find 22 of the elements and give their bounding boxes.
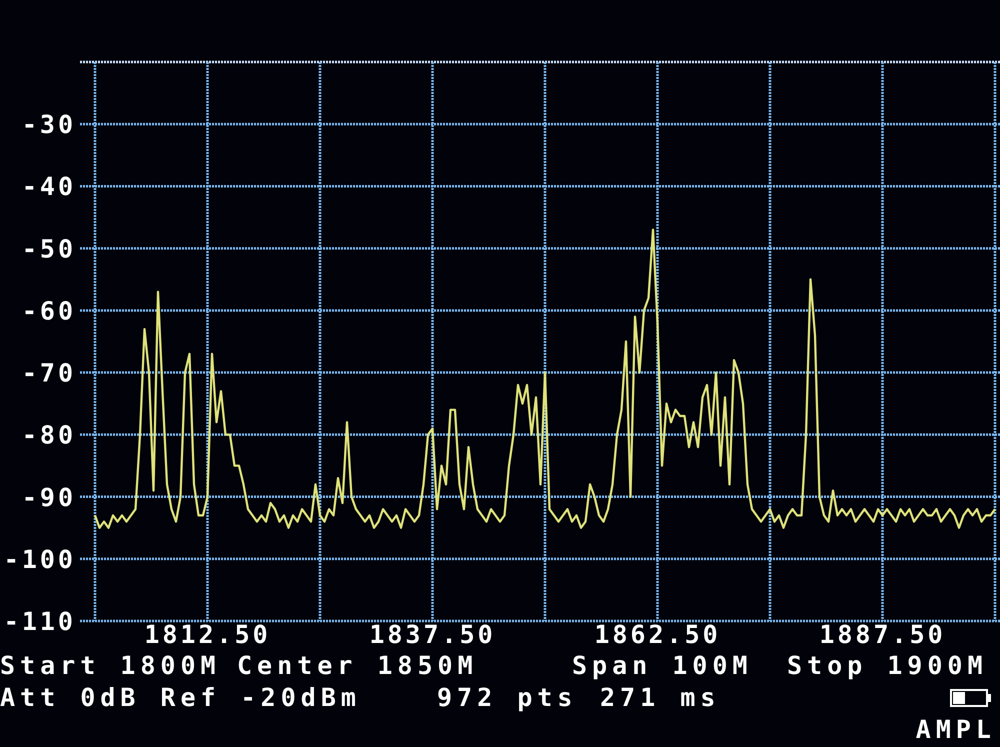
y-axis-label: -50 [22,234,76,264]
status-text: Center 1850M [237,650,479,682]
x-axis-label: 1812.50 [144,620,271,649]
status-text: Start 1800M [0,650,222,682]
y-axis-label: -110 [4,607,76,636]
y-axis-label: -80 [22,420,76,450]
y-axis-label: -40 [22,172,76,202]
y-axis-label: -30 [22,110,76,140]
status-text: 271 ms [600,682,722,714]
status-text: 972 pts [437,682,578,714]
y-axis-label: -60 [22,296,76,326]
x-axis-label: 1837.50 [369,620,496,649]
x-axis-label: 1887.50 [819,620,946,649]
status-text: Stop 1900M [787,650,989,682]
x-axis-label: 1862.50 [594,620,721,649]
battery-icon [950,689,992,707]
status-text: Att 0dB Ref -20dBm [0,682,362,714]
menu-label: AMPL [916,714,996,746]
y-axis-label: -100 [4,544,76,574]
status-text: Span 100M [572,650,754,682]
y-axis-label: -90 [22,482,76,512]
y-axis-label: -70 [22,358,76,388]
